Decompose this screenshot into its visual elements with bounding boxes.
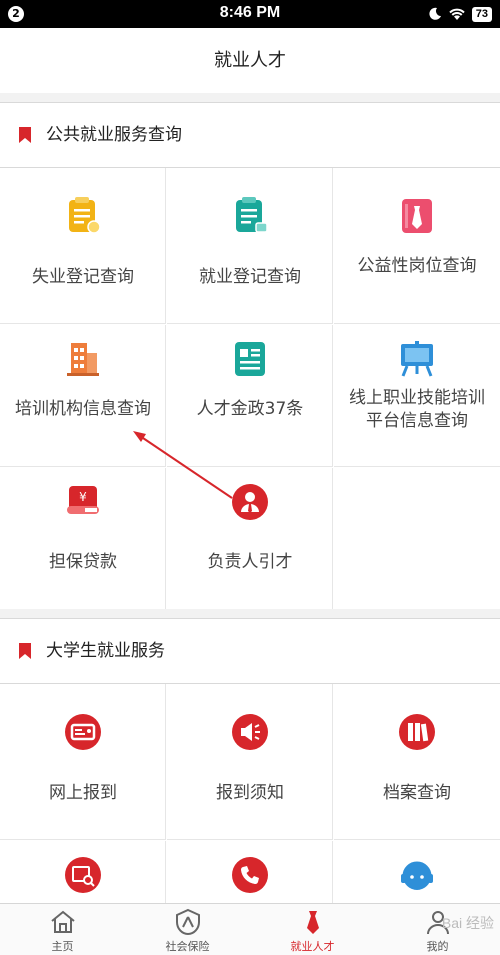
grid-item-label: 担保贷款 <box>49 552 117 572</box>
grid-item-label: 公益性岗位查询 <box>357 256 477 276</box>
grid-item-archive-query[interactable]: 档案查询 <box>334 684 500 840</box>
grid-item-label: 网上报到 <box>49 783 117 803</box>
yuan-loan-icon: ¥ <box>67 486 99 514</box>
moon-icon <box>429 7 441 20</box>
graduate-employment-grid: 网上报到 报到须知 档案查询 <box>0 684 500 903</box>
tab-label: 社会保险 <box>165 940 210 953</box>
grid-item-label: 负责人引才 <box>207 552 293 572</box>
grid-item-customer-service[interactable] <box>334 841 500 903</box>
shield-person-icon <box>176 908 200 936</box>
watermark: Bai 经验 <box>441 915 494 931</box>
wifi-icon <box>449 8 465 20</box>
tab-label: 主页 <box>51 940 74 953</box>
svg-text:¥: ¥ <box>79 490 87 504</box>
home-icon <box>51 910 75 933</box>
battery-indicator: 73 <box>471 6 492 22</box>
grid-item-employment-query[interactable]: 就业登记查询 <box>167 168 333 324</box>
grid-item-phone[interactable] <box>167 841 333 903</box>
section-header-public-employment: 公共就业服务查询 <box>0 93 500 168</box>
clipboard-yellow-icon <box>69 197 101 234</box>
public-employment-grid: 失业登记查询 就业登记查询 公益性岗位查询 培训机构信息查询 人才金政37条 线… <box>0 168 500 610</box>
section-header-graduate-employment: 大学生就业服务 <box>0 609 500 684</box>
grid-item-label: 失业登记查询 <box>32 267 134 287</box>
section-gap <box>0 609 500 618</box>
grid-item-label: 档案查询 <box>383 783 451 803</box>
grid-item-public-welfare-job-query[interactable]: 公益性岗位查询 <box>334 168 500 324</box>
megaphone-icon <box>232 714 268 750</box>
archive-books-icon <box>399 714 435 750</box>
headset-icon <box>401 861 433 890</box>
grid-item-leader-talent-recruitment[interactable]: 负责人引才 <box>167 468 333 610</box>
building-orange-icon <box>67 343 99 376</box>
bookmark-flag-icon <box>19 643 31 659</box>
document-teal-icon <box>235 342 265 376</box>
section-title: 公共就业服务查询 <box>46 125 182 145</box>
grid-item-label: 就业登记查询 <box>199 267 301 287</box>
tab-home[interactable]: 主页 <box>0 904 125 955</box>
presentation-board-icon <box>401 341 433 377</box>
status-icons: 73 <box>428 5 492 23</box>
tie-icon <box>307 911 319 934</box>
phone-icon <box>232 857 268 893</box>
tab-label: 就业人才 <box>290 940 335 953</box>
search-document-icon <box>65 857 101 893</box>
grid-item-online-registration[interactable]: 网上报到 <box>0 684 166 840</box>
grid-item-training-institution-query[interactable]: 培训机构信息查询 <box>0 325 166 467</box>
grid-item-label: 人才金政37条 <box>196 399 304 419</box>
section-title: 大学生就业服务 <box>46 641 165 661</box>
grid-item-label: 培训机构信息查询 <box>15 399 151 419</box>
tab-social-insurance[interactable]: 社会保险 <box>125 904 250 955</box>
status-time: 8:46 PM <box>219 4 281 21</box>
status-bar: 2 8:46 PM 73 <box>0 0 500 28</box>
grid-item-label: 线上职业技能培训平台信息查询 <box>349 388 485 431</box>
grid-item-search-document[interactable] <box>0 841 166 903</box>
tie-pink-icon <box>402 199 432 233</box>
tab-label: 我的 <box>426 940 449 953</box>
clipboard-teal-icon <box>236 197 268 233</box>
tab-employment-talent[interactable]: 就业人才 <box>250 904 375 955</box>
bookmark-flag-icon <box>19 127 31 143</box>
grid-item-guaranteed-loan[interactable]: ¥ 担保贷款 <box>0 468 166 610</box>
grid-item-talent-policy-37[interactable]: 人才金政37条 <box>167 325 333 467</box>
app-screen: 2 8:46 PM 73 就业人才 公共就业服务查询 失业登记查询 就业登记查询… <box>0 0 500 955</box>
grid-item-unemployment-query[interactable]: 失业登记查询 <box>0 168 166 324</box>
id-card-icon <box>65 714 101 750</box>
page-title: 就业人才 <box>0 28 500 94</box>
grid-item-registration-notice[interactable]: 报到须知 <box>167 684 333 840</box>
grid-item-online-vocational-training-query[interactable]: 线上职业技能培训平台信息查询 <box>334 325 500 467</box>
bottom-tab-bar: 主页 社会保险 就业人才 我的 <box>0 903 500 955</box>
grid-item-label: 报到须知 <box>216 783 284 803</box>
section-gap <box>0 93 500 102</box>
person-red-icon <box>232 484 268 520</box>
grid-item-empty <box>334 468 500 610</box>
